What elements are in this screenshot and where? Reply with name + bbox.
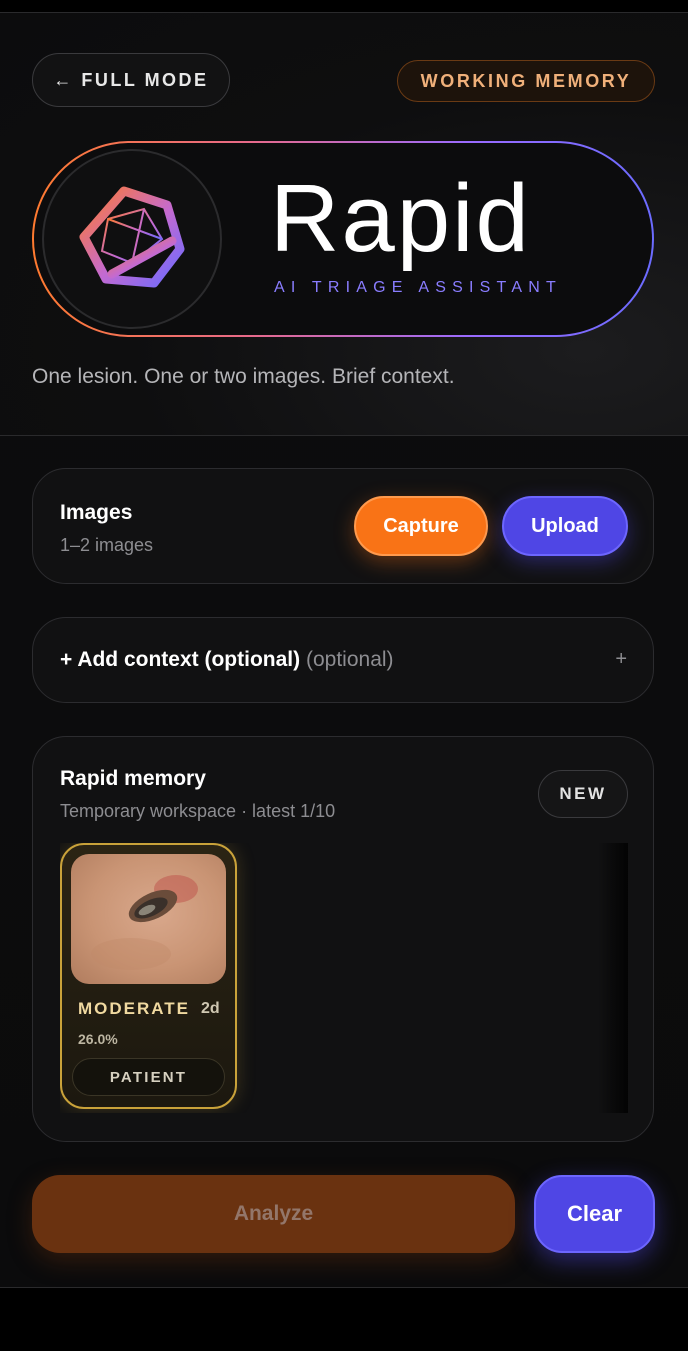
brand-title: Rapid — [270, 165, 531, 272]
brand-subtitle: AI TRIAGE ASSISTANT — [274, 279, 562, 296]
analyze-button[interactable]: Analyze — [32, 1175, 515, 1253]
memory-subtitle: Temporary workspace · latest 1/10 — [60, 801, 336, 821]
images-subtitle: 1–2 images — [60, 535, 154, 555]
back-arrow-icon: ← — [53, 69, 72, 90]
item-age: 2d — [201, 1000, 220, 1017]
item-percent: 26.0% — [78, 1031, 118, 1047]
add-context-label: + Add context (optional) (optional) — [60, 648, 394, 672]
full-mode-button[interactable]: ← FULL MODE — [32, 53, 230, 107]
memory-item[interactable]: MODERATE 2d 26.0% PATIENT — [60, 843, 237, 1109]
brand-banner: Rapid AI TRIAGE ASSISTANT — [32, 141, 654, 337]
severity-label: MODERATE — [78, 999, 191, 1018]
full-mode-label: FULL MODE — [81, 69, 209, 90]
strip-fade — [598, 843, 628, 1113]
capture-button[interactable]: Capture — [354, 496, 488, 556]
memory-title: Rapid memory — [60, 767, 206, 790]
upload-button[interactable]: Upload — [502, 496, 628, 556]
rapid-memory-card: Rapid memory Temporary workspace · lates… — [32, 736, 654, 1142]
hexagon-cube-logo-icon — [42, 149, 222, 329]
hero-section: ← FULL MODE WORKING MEMORY Rapid AI TRIA… — [0, 13, 688, 436]
working-memory-badge: WORKING MEMORY — [397, 60, 655, 102]
new-memory-button[interactable]: NEW — [538, 770, 628, 818]
optional-hint: (optional) — [305, 648, 394, 671]
expand-plus-icon: + — [615, 648, 627, 670]
memory-strip[interactable]: MODERATE 2d 26.0% PATIENT — [60, 843, 628, 1113]
add-context-text: + Add context (optional) — [60, 648, 301, 671]
clear-button[interactable]: Clear — [534, 1175, 655, 1253]
add-context-toggle[interactable]: + Add context (optional) (optional) + — [32, 617, 654, 703]
lesion-thumbnail — [71, 854, 226, 984]
patient-tag: PATIENT — [72, 1058, 225, 1096]
tagline: One lesion. One or two images. Brief con… — [32, 365, 455, 388]
images-title: Images — [60, 501, 133, 524]
app-screen: ← FULL MODE WORKING MEMORY Rapid AI TRIA… — [0, 12, 688, 1288]
images-card: Images 1–2 images Capture Upload — [32, 468, 654, 584]
